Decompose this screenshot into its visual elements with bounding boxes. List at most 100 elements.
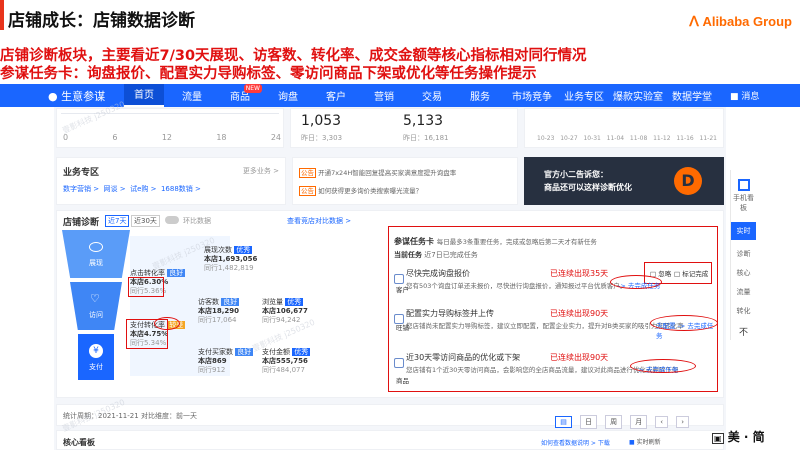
nav-service[interactable]: 服务 <box>460 88 500 103</box>
date-8: 11-21 <box>699 135 717 142</box>
business-panel: 业务专区 更多业务 > 数字营销 > 网谈 > 试e购 > 1688数销 > <box>56 157 286 205</box>
period-day[interactable]: 日 <box>580 415 597 429</box>
sidebar-traffic[interactable]: 流量 <box>731 287 756 297</box>
sidebar-diagnosis[interactable]: 诊断 <box>731 249 756 259</box>
core-board-panel: 核心看板 如何查看数据说明 > 下载 ■ 实时刷新 <box>56 430 724 450</box>
nav-marketing[interactable]: 营销 <box>364 88 404 103</box>
date-2: 10-27 <box>560 135 578 142</box>
nav-brand[interactable]: ● 生意参谋 <box>48 88 110 104</box>
views-value: 本店1,693,056 <box>204 255 258 263</box>
ctr-tag: 良好 <box>167 269 186 277</box>
sidebar-realtime[interactable]: 实时 <box>731 222 756 240</box>
pageviews-value: 本店106,677 <box>262 307 308 315</box>
core-board-title: 核心看板 <box>63 438 95 447</box>
board-meta-link[interactable]: 如何查看数据说明 > 下载 <box>541 438 610 447</box>
task-cat-shop: 旺铺 <box>396 324 409 332</box>
news-1[interactable]: 开通7x24H智能回复提高买家满意度提升询盘率 <box>318 169 456 177</box>
tick-18: 18 <box>216 133 227 142</box>
buyers-tag: 良好 <box>235 348 254 356</box>
compare-dim-label: 对比维度：前一天 <box>141 412 197 420</box>
nav-customer[interactable]: 客户 <box>316 88 356 103</box>
buyers-peer: 同行912 <box>198 366 226 374</box>
biz-link-trial[interactable]: 试e购 > <box>130 185 156 193</box>
date-5: 11-08 <box>629 135 648 142</box>
nav-trade[interactable]: 交易 <box>412 88 452 103</box>
tick-24: 24 <box>270 133 281 142</box>
right-sidebar: 手机看板 实时 诊断 核心 流量 转化 不 <box>730 170 756 340</box>
funnel-stage-view <box>62 230 130 278</box>
news-panel: 公告 开通7x24H智能回复提高买家满意度提升询盘率 公告 如何获得更多询价类搜… <box>292 157 518 205</box>
news-2[interactable]: 如何获得更多询价类搜索曝光流量？ <box>318 187 422 195</box>
period-month[interactable]: 月 <box>630 415 648 429</box>
alibaba-logo-icon: ⴷ <box>689 13 699 29</box>
biz-link-net[interactable]: 网谈 > <box>104 185 126 193</box>
calendar-icon[interactable]: ▤ <box>555 416 572 428</box>
compare-toggle[interactable] <box>165 216 179 224</box>
nav-product[interactable]: 商品 NEW <box>220 84 262 103</box>
highlight-pay-rate-tag <box>154 317 180 330</box>
filter-bar: 统计周期：2021-11-21 对比维度：前一天 ▤ 日 周 月 ‹ › <box>56 404 724 429</box>
nav-business[interactable]: 业务专区 <box>560 88 608 103</box>
nav-inquiry[interactable]: 询盘 <box>268 88 308 103</box>
sidebar-conversion[interactable]: 转化 <box>731 306 756 316</box>
trend-panel: 10-23 10-27 10-31 11-04 11-08 11-12 11-1… <box>524 108 724 148</box>
tab-30d[interactable]: 近30天 <box>131 215 160 227</box>
period-week[interactable]: 周 <box>605 415 623 429</box>
nav-school[interactable]: 数据学堂 <box>668 88 716 103</box>
date-1: 10-23 <box>537 135 555 142</box>
metric-views: 展现次数 优秀 本店1,693,056 同行1,482,819 <box>204 246 257 273</box>
nav-lab[interactable]: 爆款实验室 <box>612 88 664 103</box>
visitors-label: 访客数 <box>198 298 219 306</box>
sidebar-more[interactable]: 不 <box>731 325 756 338</box>
heart-icon: ♡ <box>90 292 100 305</box>
highlight-ctr <box>128 277 164 297</box>
metric-visitors: 访客数 良好 本店18,290 同行17,064 <box>198 298 240 325</box>
task-1-mark[interactable]: □ 标记完成 <box>674 268 708 278</box>
date-3: 10-31 <box>583 135 601 142</box>
metric-sub-1: 昨日：3,303 <box>301 134 343 142</box>
live-refresh-toggle[interactable]: ■ 实时刷新 <box>629 437 661 446</box>
views-tag: 优秀 <box>234 246 253 254</box>
prev-icon[interactable]: ‹ <box>655 416 669 428</box>
metric-value-2: 5,133 <box>403 113 444 129</box>
metric-value-1: 1,053 <box>301 113 342 129</box>
nav-home[interactable]: 首页 <box>124 84 164 107</box>
task-1-status: 已连续出现35天 <box>550 269 609 278</box>
metric-buyers: 支付买家数 良好 本店869 同行912 <box>198 348 254 375</box>
title-accent <box>0 0 4 30</box>
diag-title: 店铺诊断 <box>63 218 100 228</box>
task-1-title: 尽快完成询盘报价 <box>406 269 470 278</box>
banner-line-2: 商品还可以这样诊断优化 <box>544 183 632 192</box>
peer-compare-link[interactable]: 查看竞店对比数据 > <box>287 216 351 226</box>
biz-link-sales[interactable]: 1688数销 > <box>161 185 201 193</box>
metric-sub-2: 昨日：16,181 <box>403 134 449 142</box>
next-icon[interactable]: › <box>676 416 689 428</box>
sidebar-mobile[interactable]: 手机看板 <box>731 179 756 213</box>
sidebar-core[interactable]: 核心 <box>731 268 756 278</box>
highlight-task-2-link <box>650 315 718 331</box>
caption-line-2: 参谋任务卡：询盘报价、配置实力导购标签、零访问商品下架或优化等任务操作提示 <box>0 66 537 82</box>
news-badge-1: 公告 <box>299 168 316 178</box>
pageviews-tag: 优秀 <box>285 298 304 306</box>
tab-7d[interactable]: 近7天 <box>105 215 130 227</box>
task-desc: 每日最多3条重要任务，完成或忽略后第二天才有新任务 <box>436 238 597 246</box>
tick-6: 6 <box>112 133 118 142</box>
task-done-link[interactable]: 近7日已完成任务 <box>424 251 477 259</box>
qr-icon <box>737 179 750 191</box>
task-3-status: 已连续出现90天 <box>550 353 609 362</box>
promo-banner[interactable]: 官方小二告诉您： 商品还可以这样诊断优化 D <box>524 157 724 205</box>
alibaba-logo: ⴷ Alibaba Group <box>689 13 792 30</box>
task-current: 当前任务 <box>394 251 422 259</box>
funnel: 展现 访问 支付 ♡ ¥ <box>62 230 130 380</box>
task-2-status: 已连续出现90天 <box>550 309 609 318</box>
date-7: 11-16 <box>676 135 694 142</box>
nav-market[interactable]: 市场竞争 <box>508 88 556 103</box>
funnel-label-pay: 支付 <box>89 363 103 371</box>
nav-messages[interactable]: ■ 消息 <box>730 89 759 102</box>
task-cat-product: 商品 <box>396 377 409 385</box>
eye-icon <box>89 242 103 252</box>
user-icon <box>394 274 404 284</box>
biz-link-digital[interactable]: 数字营销 > <box>63 185 99 193</box>
nav-traffic[interactable]: 流量 <box>172 88 212 103</box>
biz-more-link[interactable]: 更多业务 > <box>243 166 279 176</box>
